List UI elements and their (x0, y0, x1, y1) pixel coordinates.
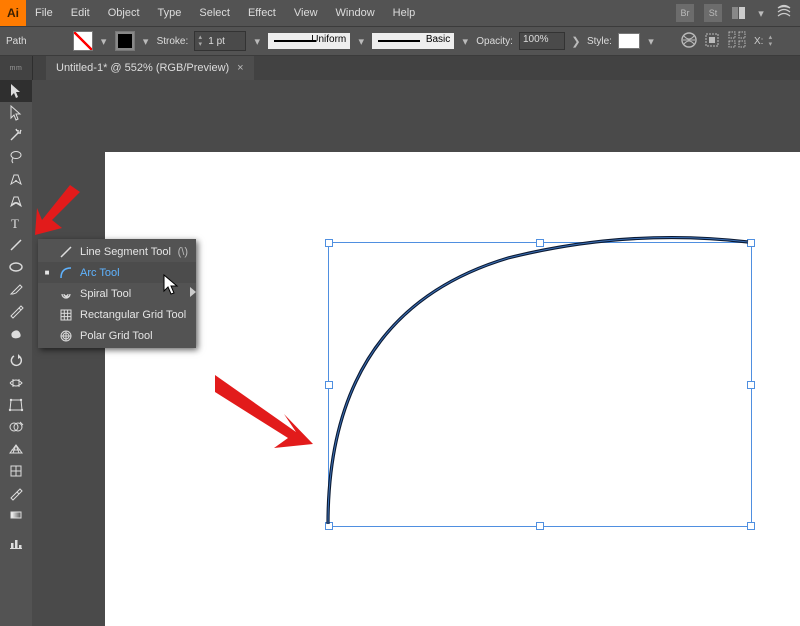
lasso-tool[interactable] (0, 146, 32, 168)
pencil-tool[interactable] (0, 300, 32, 322)
menu-type[interactable]: Type (149, 0, 191, 26)
brush-dropdown[interactable]: ▾ (460, 35, 470, 48)
magic-wand-tool[interactable] (0, 124, 32, 146)
canvas-pasteboard-left (32, 80, 72, 626)
brush-definition[interactable]: Basic (372, 33, 454, 49)
width-profile-dropdown[interactable]: ▾ (356, 35, 366, 48)
gradient-tool[interactable] (0, 504, 32, 526)
ruler-corner: mm (0, 56, 33, 80)
spiral-icon (58, 287, 74, 301)
menu-edit[interactable]: Edit (62, 0, 99, 26)
opacity-dropdown[interactable]: ❯ (571, 35, 581, 48)
x-stepper[interactable]: ▴▾ (765, 32, 775, 50)
eyedropper-tool[interactable] (0, 482, 32, 504)
current-tool-bullet: ■ (42, 268, 52, 277)
selection-mode-label: Path (6, 36, 27, 47)
free-transform-tool[interactable] (0, 394, 32, 416)
app-logo: Ai (0, 0, 26, 26)
menubar: Ai File Edit Object Type Select Effect V… (0, 0, 800, 26)
drawn-arc-path[interactable] (328, 240, 754, 528)
style-dropdown[interactable]: ▾ (646, 35, 656, 48)
fill-dropdown[interactable]: ▾ (99, 35, 109, 48)
opacity-input[interactable]: 100% (519, 32, 565, 50)
menu-window[interactable]: Window (327, 0, 384, 26)
menu-view[interactable]: View (285, 0, 327, 26)
flyout-item-label: Spiral Tool (80, 288, 131, 300)
stroke-weight-dropdown[interactable]: ▾ (252, 35, 262, 48)
line-icon (58, 245, 74, 259)
control-bar: Path ▾ ▾ Stroke: ▴▾ ▾ Uniform ▾ Basic ▾ … (0, 26, 800, 56)
flyout-item-label: Line Segment Tool (80, 246, 171, 258)
perspective-grid-tool[interactable] (0, 438, 32, 460)
stroke-swatch[interactable] (115, 31, 135, 51)
flyout-item-label: Rectangular Grid Tool (80, 309, 186, 321)
arrange-docs-icon[interactable] (732, 7, 746, 19)
line-segment-tool[interactable] (0, 234, 32, 256)
stroke-weight-input[interactable] (205, 36, 245, 47)
rotate-tool[interactable] (0, 350, 32, 372)
red-arrow-annotation (210, 370, 320, 460)
canvas-area[interactable]: Line Segment Tool (\) ■ Arc Tool Spiral … (32, 80, 800, 626)
document-tab[interactable]: Untitled-1* @ 552% (RGB/Preview) × (46, 56, 254, 80)
align-icon[interactable] (704, 31, 722, 52)
fill-swatch[interactable] (73, 31, 93, 51)
style-label: Style: (587, 36, 612, 47)
flyout-item-shortcut: (\) (178, 246, 188, 258)
graphic-style-swatch[interactable] (618, 33, 640, 49)
mouse-cursor-icon (163, 274, 181, 296)
menu-help[interactable]: Help (384, 0, 425, 26)
tab-close-icon[interactable]: × (237, 62, 243, 74)
grid-icon (58, 308, 74, 322)
document-tab-title: Untitled-1* @ 552% (RGB/Preview) (56, 62, 229, 74)
transform-icon[interactable] (728, 31, 748, 52)
recolor-icon[interactable] (680, 31, 698, 52)
polar-grid-icon (58, 329, 74, 343)
stroke-weight-field[interactable]: ▴▾ (194, 31, 246, 51)
variable-width-profile[interactable]: Uniform (268, 33, 350, 49)
blob-brush-tool[interactable] (0, 322, 32, 344)
shape-builder-tool[interactable] (0, 416, 32, 438)
paintbrush-tool[interactable] (0, 278, 32, 300)
document-tabstrip: mm Untitled-1* @ 552% (RGB/Preview) × (0, 56, 800, 80)
flyout-item-line-segment[interactable]: Line Segment Tool (\) (38, 241, 196, 262)
mesh-tool[interactable] (0, 460, 32, 482)
direct-selection-tool[interactable] (0, 102, 32, 124)
stock-button[interactable]: St (704, 4, 722, 22)
arc-icon (58, 266, 74, 280)
arrange-dropdown[interactable]: ▾ (756, 7, 766, 20)
x-position-label: X: ▴▾ (754, 32, 775, 50)
stroke-weight-stepper[interactable]: ▴▾ (195, 32, 205, 50)
bridge-button[interactable]: Br (676, 4, 694, 22)
menu-file[interactable]: File (26, 0, 62, 26)
curvature-tool[interactable] (0, 190, 32, 212)
width-tool[interactable] (0, 372, 32, 394)
ellipse-tool[interactable] (0, 256, 32, 278)
flyout-item-label: Polar Grid Tool (80, 330, 153, 342)
type-tool[interactable]: T (0, 212, 32, 234)
gpu-icon[interactable] (776, 4, 792, 23)
pen-tool[interactable] (0, 168, 32, 190)
svg-text:T: T (11, 216, 19, 231)
workspace: T (0, 80, 800, 626)
flyout-item-polar-grid[interactable]: Polar Grid Tool (38, 325, 196, 346)
opacity-label: Opacity: (476, 36, 513, 47)
menu-effect[interactable]: Effect (239, 0, 285, 26)
stroke-dropdown[interactable]: ▾ (141, 35, 151, 48)
toolbar: T (0, 80, 32, 626)
flyout-item-label: Arc Tool (80, 267, 120, 279)
menu-object[interactable]: Object (99, 0, 149, 26)
red-arrow-annotation (32, 180, 92, 240)
stroke-label: Stroke: (157, 36, 189, 47)
column-graph-tool[interactable] (0, 532, 32, 554)
menu-select[interactable]: Select (190, 0, 239, 26)
flyout-item-rect-grid[interactable]: Rectangular Grid Tool (38, 304, 196, 325)
selection-tool[interactable] (0, 80, 32, 102)
